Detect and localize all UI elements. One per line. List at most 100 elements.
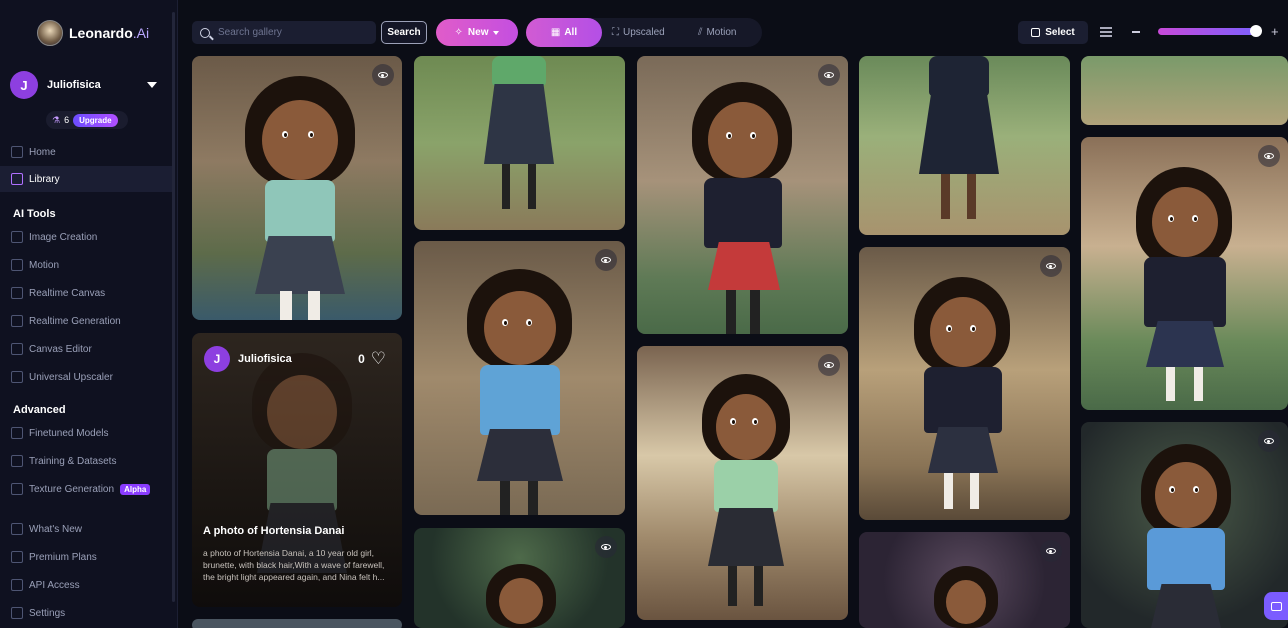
gallery-image[interactable] — [192, 56, 402, 320]
megaphone-icon — [11, 523, 23, 535]
upscale-icon — [11, 371, 23, 383]
gallery-image[interactable] — [192, 619, 402, 628]
sidebar-scrollbar[interactable] — [172, 12, 175, 602]
section-ai-tools: AI Tools — [13, 208, 56, 220]
character-illustration — [484, 56, 554, 216]
brush-icon — [11, 287, 23, 299]
gallery-image[interactable] — [1081, 422, 1288, 628]
image-title: A photo of Hortensia Danai — [203, 525, 345, 537]
avatar: J — [204, 346, 230, 372]
zoom-in-icon[interactable]: + — [1271, 24, 1279, 39]
zoom-out-icon[interactable] — [1132, 31, 1140, 33]
eye-icon[interactable] — [1040, 540, 1062, 562]
layout-toggle-icon[interactable] — [1100, 27, 1112, 37]
gallery-image[interactable] — [414, 56, 625, 230]
gallery-image[interactable] — [859, 247, 1070, 520]
eye-icon[interactable] — [1258, 430, 1280, 452]
brand-logo[interactable]: Leonardo.Ai — [37, 20, 149, 46]
eye-icon[interactable] — [372, 64, 394, 86]
sidebar-item-texture-generation[interactable]: Texture Generation Alpha — [0, 476, 174, 502]
sidebar-item-realtime-canvas[interactable]: Realtime Canvas — [0, 280, 174, 306]
sidebar-item-realtime-generation[interactable]: Realtime Generation — [0, 308, 174, 334]
tab-all[interactable]: ▦ All — [526, 18, 602, 47]
tab-upscaled[interactable]: ⛶ Upscaled — [612, 18, 665, 47]
brand-name: Leonardo — [69, 25, 133, 41]
gallery-image[interactable] — [637, 56, 848, 334]
author-name: Juliofisica — [238, 353, 292, 365]
motion-icon — [11, 259, 23, 271]
character-illustration — [462, 269, 577, 515]
leonardo-logo-icon — [37, 20, 63, 46]
chevron-down-icon[interactable] — [147, 82, 157, 88]
heart-icon: ♡ — [370, 349, 386, 368]
sidebar-item-settings[interactable]: Settings — [0, 600, 174, 626]
brand-suffix: .Ai — [132, 25, 150, 41]
image-prompt: a photo of Hortensia Danai, a 10 year ol… — [203, 548, 385, 582]
sidebar-item-canvas-editor[interactable]: Canvas Editor — [0, 336, 174, 362]
user-menu[interactable]: J Juliofisica — [10, 70, 165, 100]
character-illustration — [1136, 167, 1234, 410]
upscale-icon: ⛶ — [612, 27, 619, 38]
tab-motion[interactable]: ⫽ Motion — [698, 18, 736, 47]
grid-icon — [11, 315, 23, 327]
alpha-badge: Alpha — [120, 483, 151, 495]
token-balance: ⚗ 6 Upgrade — [46, 111, 128, 129]
character-illustration — [919, 56, 999, 226]
sparkle-icon: ✧ — [454, 27, 463, 38]
avatar: J — [10, 71, 38, 99]
sidebar-item-training-datasets[interactable]: Training & Datasets — [0, 448, 174, 474]
motion-icon: ⫽ — [698, 27, 703, 38]
zoom-slider-thumb[interactable] — [1249, 25, 1262, 37]
chat-support-button[interactable] — [1264, 592, 1288, 620]
character-illustration — [240, 76, 360, 320]
gallery-image-hovered[interactable]: J Juliofisica 0 ♡ A photo of Hortensia D… — [192, 333, 402, 607]
gallery-image[interactable] — [414, 241, 625, 515]
search-button[interactable]: Search — [381, 21, 427, 44]
zoom-slider[interactable] — [1158, 25, 1262, 37]
eye-icon[interactable] — [595, 249, 617, 271]
like-button[interactable]: 0 ♡ — [358, 350, 386, 367]
author-info[interactable]: J Juliofisica — [204, 346, 292, 372]
eye-icon[interactable] — [818, 354, 840, 376]
search-box — [192, 21, 376, 44]
sidebar-item-whats-new[interactable]: What's New — [0, 516, 174, 542]
gallery-image[interactable] — [859, 532, 1070, 628]
sidebar-item-api-access[interactable]: API Access — [0, 572, 174, 598]
eye-icon[interactable] — [595, 536, 617, 558]
gallery-image[interactable] — [637, 346, 848, 620]
username: Juliofisica — [47, 79, 101, 91]
chevron-down-icon — [493, 30, 500, 35]
upgrade-button[interactable]: Upgrade — [73, 113, 118, 127]
gallery-image[interactable] — [859, 56, 1070, 235]
character-illustration — [914, 277, 1014, 520]
gallery-toolbar: Search ✧ New ▦All ⛶Upscaled ⫽Motion Sele… — [178, 0, 1288, 56]
token-count: 6 — [64, 115, 70, 125]
dataset-icon — [11, 455, 23, 467]
like-count: 0 — [358, 351, 365, 366]
canvas-icon — [11, 343, 23, 355]
section-advanced: Advanced — [13, 404, 66, 416]
token-icon: ⚗ — [52, 114, 61, 125]
sidebar-item-finetuned-models[interactable]: Finetuned Models — [0, 420, 174, 446]
gallery-image[interactable] — [1081, 56, 1288, 125]
sidebar-item-motion[interactable]: Motion — [0, 252, 174, 278]
character-illustration — [934, 566, 998, 628]
select-button[interactable]: Select — [1018, 21, 1088, 44]
models-icon — [11, 427, 23, 439]
new-button[interactable]: ✧ New — [436, 19, 518, 46]
home-icon — [11, 146, 23, 158]
texture-icon — [11, 483, 23, 495]
character-illustration — [486, 564, 556, 628]
sidebar-item-premium-plans[interactable]: Premium Plans — [0, 544, 174, 570]
gallery-image[interactable] — [414, 528, 625, 628]
sidebar-item-image-creation[interactable]: Image Creation — [0, 224, 174, 250]
eye-icon[interactable] — [818, 64, 840, 86]
eye-icon[interactable] — [1040, 255, 1062, 277]
sidebar-item-home[interactable]: Home — [0, 139, 174, 165]
search-input[interactable] — [218, 27, 368, 38]
sidebar: Leonardo.Ai J Juliofisica ⚗ 6 Upgrade Ho… — [0, 0, 178, 628]
gallery-image[interactable] — [1081, 137, 1288, 410]
sidebar-item-library[interactable]: Library — [0, 166, 174, 192]
eye-icon[interactable] — [1258, 145, 1280, 167]
sidebar-item-universal-upscaler[interactable]: Universal Upscaler — [0, 364, 174, 390]
